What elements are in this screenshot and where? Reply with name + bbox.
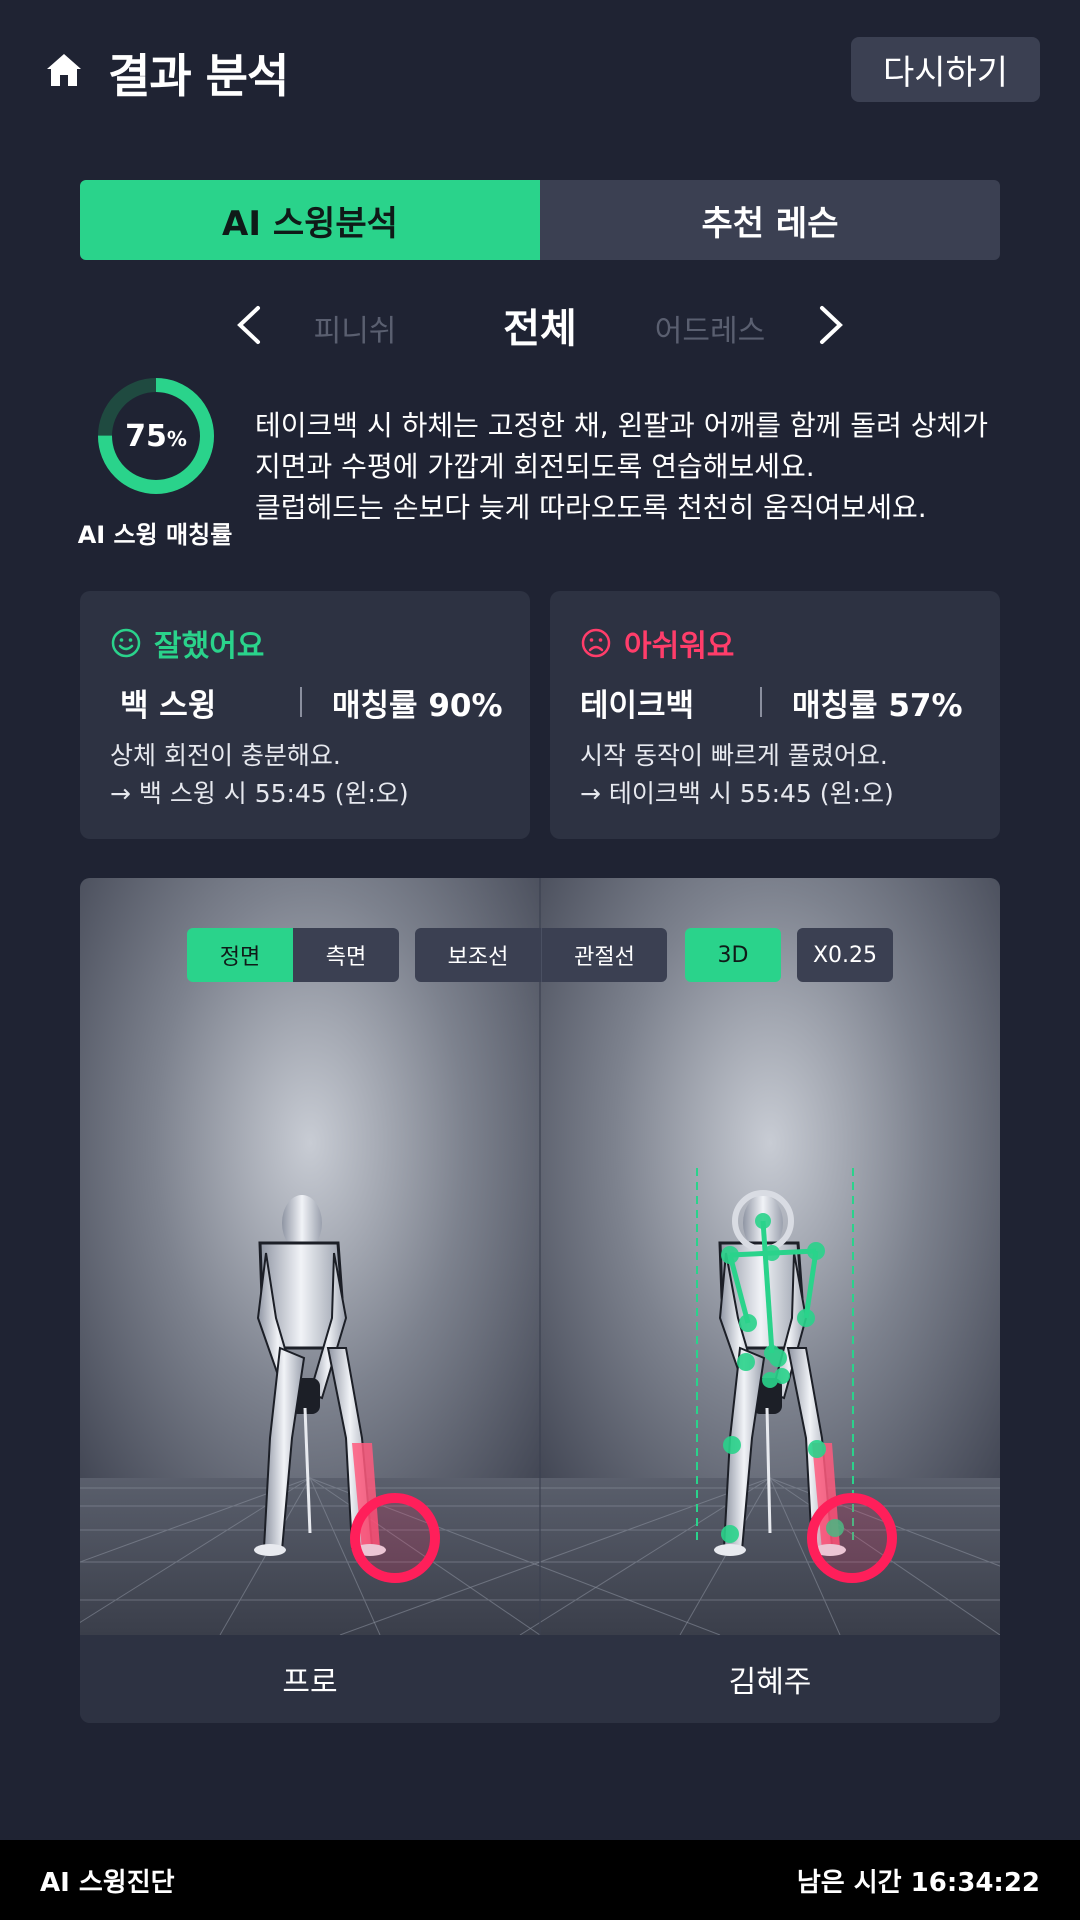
smile-icon [111,628,141,658]
playback-speed-button[interactable]: X0.25 [797,928,893,982]
header: 결과 분석 다시하기 [0,0,1080,140]
line-toggle-group: 보조선 관절선 [415,928,667,982]
split-divider [539,878,541,1723]
phase-next[interactable]: 어드레스 [650,306,770,350]
bad-card-title: 아쉬워요 [624,629,735,664]
description-line: 테이크백 시 하체는 고정한 채, 왼팔과 어깨를 함께 돌려 상체가 [255,409,989,442]
user-foot-highlight [807,1493,897,1583]
viewer-labels: 프로 김혜주 [80,1635,1000,1723]
match-rate-ring: 75 % [96,376,216,496]
bad-card-line: → 테이크백 시 55:45 (왼:오) [580,779,894,808]
remaining-time: 남은 시간 16:34:22 [796,1868,1040,1898]
footer-app-name: AI 스윙진단 [40,1868,175,1898]
speed-group: X0.25 [797,928,893,982]
pro-label: 프로 [282,1665,338,1700]
good-feedback-card: 잘했어요 백 스윙 매칭률 90% 상체 회전이 충분해요. → 백 스윙 시 … [80,591,530,839]
phase-prev[interactable]: 피니쉬 [300,306,410,350]
bad-card-header: 아쉬워요 [580,621,734,665]
match-rate-label: AI 스윙 매칭률 [77,521,233,549]
view-angle-group: 정면 측면 [187,928,399,982]
chevron-right-icon[interactable] [805,300,855,350]
bad-card-rate: 매칭률 57% [792,687,963,724]
bad-feedback-card: 아쉬워요 테이크백 매칭률 57% 시작 동작이 빠르게 풀렸어요. → 테이크… [550,591,1000,839]
side-view-button[interactable]: 측면 [293,928,399,982]
good-card-body: 상체 회전이 충분해요. → 백 스윙 시 55:45 (왼:오) [110,737,510,813]
page-title: 결과 분석 [108,49,289,103]
user-label: 김혜주 [728,1665,812,1700]
divider [300,687,302,717]
tab-recommended-lesson[interactable]: 추천 레슨 [540,180,1000,260]
mode-3d-group: 3D [685,928,781,982]
good-card-rate: 매칭률 90% [332,687,503,724]
match-rate-unit: % [166,427,187,451]
good-card-line: 상체 회전이 충분해요. [110,741,341,770]
good-card-phase: 백 스윙 [120,687,217,724]
mode-3d-toggle[interactable]: 3D [685,928,781,982]
swing-viewer: 정면 측면 보조선 관절선 3D X0.25 프로 김혜주 [80,878,1000,1723]
analysis-description: 테이크백 시 하체는 고정한 채, 왼팔과 어깨를 함께 돌려 상체가 지면과 … [255,405,1035,528]
pro-foot-highlight [350,1493,440,1583]
tab-ai-swing-analysis[interactable]: AI 스윙분석 [80,180,540,260]
description-line: 지면과 수평에 가깝게 회전되도록 연습해보세요. [255,450,815,483]
phase-current: 전체 [503,306,577,352]
view-toolbar: 정면 측면 보조선 관절선 3D X0.25 [80,928,1000,982]
tab-bar: AI 스윙분석 추천 레슨 [80,180,1000,260]
good-card-line: → 백 스윙 시 55:45 (왼:오) [110,779,409,808]
front-view-button[interactable]: 정면 [187,928,293,982]
good-card-row: 백 스윙 매칭률 90% [110,677,510,727]
good-card-header: 잘했어요 [110,621,264,665]
footer-bar: AI 스윙진단 남은 시간 16:34:22 [0,1840,1080,1920]
joint-line-toggle[interactable]: 관절선 [541,928,667,982]
home-icon[interactable] [44,50,84,90]
description-line: 클럽헤드는 손보다 늦게 따라오도록 천천히 움직여보세요. [255,491,927,524]
aux-line-toggle[interactable]: 보조선 [415,928,541,982]
chevron-left-icon[interactable] [225,300,275,350]
sad-icon [581,628,611,658]
bad-card-phase: 테이크백 [580,687,695,724]
bad-card-line: 시작 동작이 빠르게 풀렸어요. [580,741,888,770]
match-rate-value: 75 [125,418,167,454]
match-rate-text: 75 % [96,376,216,496]
bad-card-body: 시작 동작이 빠르게 풀렸어요. → 테이크백 시 55:45 (왼:오) [580,737,980,813]
phase-selector: 피니쉬 전체 어드레스 [0,290,1080,360]
divider [760,687,762,717]
retry-button[interactable]: 다시하기 [851,37,1040,102]
good-card-title: 잘했어요 [154,629,265,664]
bad-card-row: 테이크백 매칭률 57% [580,677,980,727]
